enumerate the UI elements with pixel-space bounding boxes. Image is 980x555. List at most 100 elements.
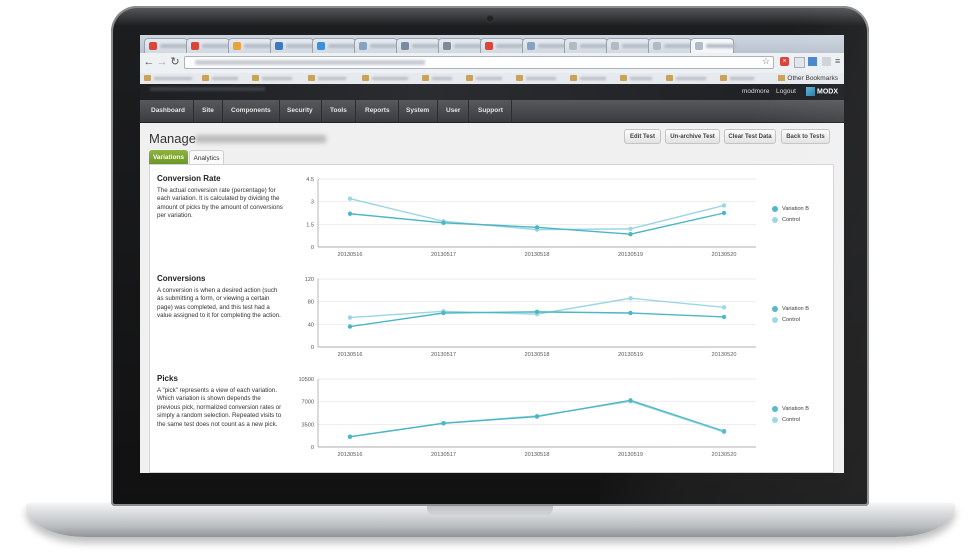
browser-tab[interactable] bbox=[186, 38, 232, 53]
reload-icon[interactable]: ↻ bbox=[169, 56, 181, 68]
browser-tab[interactable] bbox=[270, 38, 316, 53]
data-point bbox=[628, 231, 633, 237]
y-tick-label: 40 bbox=[308, 322, 314, 328]
modx-logo-text: MODX bbox=[817, 88, 838, 96]
data-point bbox=[441, 220, 446, 226]
y-tick-label: 3 bbox=[311, 200, 314, 206]
series-line-control bbox=[349, 197, 725, 231]
folder-icon bbox=[252, 75, 259, 81]
section-title-conversions: Conversions bbox=[157, 274, 206, 283]
nav-system[interactable]: System bbox=[398, 100, 439, 122]
data-point bbox=[721, 203, 727, 208]
x-tick-label: 20130517 bbox=[431, 452, 456, 458]
x-tick-label: 20130518 bbox=[525, 452, 550, 458]
browser-tab[interactable] bbox=[690, 38, 736, 53]
x-tick-label: 20130518 bbox=[525, 352, 550, 358]
manager-header: modmore Logout MODX bbox=[140, 84, 844, 100]
x-tick-label: 20130518 bbox=[525, 252, 550, 258]
site-name-redacted bbox=[150, 87, 265, 91]
analytics-panel: Conversion Rate The actual conversion ra… bbox=[149, 164, 834, 473]
forward-arrow-icon[interactable]: → bbox=[156, 56, 168, 68]
data-point bbox=[721, 210, 727, 216]
nav-tools[interactable]: Tools bbox=[322, 100, 356, 122]
camera-icon bbox=[487, 16, 493, 22]
browser-tab[interactable] bbox=[564, 38, 610, 53]
tab-favicon-icon bbox=[695, 42, 703, 50]
tab-favicon-icon bbox=[191, 42, 199, 50]
section-desc-conversions: A conversion is when a desired action (s… bbox=[157, 287, 281, 320]
legend-marker bbox=[772, 417, 778, 423]
nav-components[interactable]: Components bbox=[223, 100, 280, 122]
nav-reports[interactable]: Reports bbox=[357, 100, 399, 122]
data-point bbox=[628, 296, 633, 301]
back-arrow-icon[interactable]: ← bbox=[143, 56, 155, 68]
main-nav: Dashboard Site Components Security Tools… bbox=[140, 100, 844, 123]
menu-icon[interactable]: ≡ bbox=[835, 56, 840, 66]
extension-icon[interactable]: × bbox=[780, 57, 789, 66]
tab-favicon-icon bbox=[401, 42, 409, 50]
data-point bbox=[347, 196, 353, 201]
logout-link[interactable]: Logout bbox=[776, 84, 796, 100]
data-point bbox=[441, 421, 446, 426]
legend-label: Control bbox=[782, 217, 801, 223]
star-icon[interactable]: ☆ bbox=[762, 56, 770, 67]
folder-icon bbox=[308, 75, 315, 81]
browser-tab[interactable] bbox=[354, 38, 400, 53]
address-text-redacted bbox=[195, 60, 425, 65]
browser-tab[interactable] bbox=[480, 38, 526, 53]
nav-security[interactable]: Security bbox=[279, 100, 322, 122]
page-title: Manage bbox=[149, 131, 196, 146]
x-tick-label: 20130519 bbox=[618, 252, 643, 258]
data-point bbox=[628, 398, 633, 403]
clear-test-data-button[interactable]: Clear Test Data bbox=[724, 129, 776, 144]
data-point bbox=[347, 211, 353, 216]
address-bar[interactable]: ☆ bbox=[184, 56, 774, 69]
y-tick-label: 120 bbox=[305, 277, 314, 283]
folder-icon bbox=[144, 75, 151, 81]
browser-tab[interactable] bbox=[396, 38, 442, 53]
browser-tab[interactable] bbox=[438, 38, 484, 53]
tab-analytics[interactable]: Analytics bbox=[189, 150, 224, 165]
browser-toolbar: ← → ↻ ☆ × ≡ bbox=[140, 53, 844, 74]
nav-dashboard[interactable]: Dashboard bbox=[143, 100, 194, 122]
conversion-rate-chart: 0 1.5 3 4.5 20130516 20130517 20130518 20130519… bbox=[306, 177, 756, 258]
series-line-control bbox=[349, 400, 725, 438]
modx-logo-icon bbox=[806, 87, 815, 96]
browser-tab[interactable] bbox=[606, 38, 652, 53]
browser-tab[interactable] bbox=[144, 38, 190, 53]
x-tick-label: 20130517 bbox=[431, 252, 456, 258]
browser-tab[interactable] bbox=[228, 38, 274, 53]
nav-user[interactable]: User bbox=[438, 100, 470, 122]
nav-support[interactable]: Support bbox=[470, 100, 512, 122]
tab-favicon-icon bbox=[149, 42, 157, 50]
folder-icon bbox=[422, 75, 429, 81]
page-content: Manage Edit Test Un-archive Test Clear T… bbox=[140, 123, 844, 473]
tab-favicon-icon bbox=[569, 42, 577, 50]
x-tick-label: 20130516 bbox=[338, 352, 363, 358]
browser-tab[interactable] bbox=[648, 38, 694, 53]
x-tick-label: 20130519 bbox=[618, 452, 643, 458]
section-title-picks: Picks bbox=[157, 374, 178, 383]
data-point bbox=[721, 305, 727, 310]
tab-title-redacted bbox=[706, 44, 736, 48]
other-bookmarks[interactable]: Other Bookmarks bbox=[778, 73, 838, 84]
browser-tab[interactable] bbox=[522, 38, 568, 53]
extension-icon[interactable] bbox=[822, 57, 831, 66]
browser-tabstrip bbox=[140, 35, 844, 53]
browser-tab[interactable] bbox=[312, 38, 358, 53]
data-point bbox=[628, 310, 633, 316]
data-point bbox=[441, 310, 446, 316]
extension-icon[interactable] bbox=[794, 57, 805, 68]
nav-site[interactable]: Site bbox=[194, 100, 223, 122]
back-to-tests-button[interactable]: Back to Tests bbox=[781, 129, 830, 144]
data-point bbox=[347, 315, 353, 320]
username-link[interactable]: modmore bbox=[742, 84, 769, 100]
edit-test-button[interactable]: Edit Test bbox=[624, 129, 661, 144]
tab-variations[interactable]: Variations bbox=[149, 150, 188, 165]
extension-icon[interactable] bbox=[808, 57, 817, 66]
unarchive-test-button[interactable]: Un-archive Test bbox=[665, 129, 720, 144]
legend-marker bbox=[772, 317, 778, 323]
legend-label: Control bbox=[782, 417, 801, 423]
legend-label: Control bbox=[782, 317, 801, 323]
data-point bbox=[721, 314, 727, 320]
